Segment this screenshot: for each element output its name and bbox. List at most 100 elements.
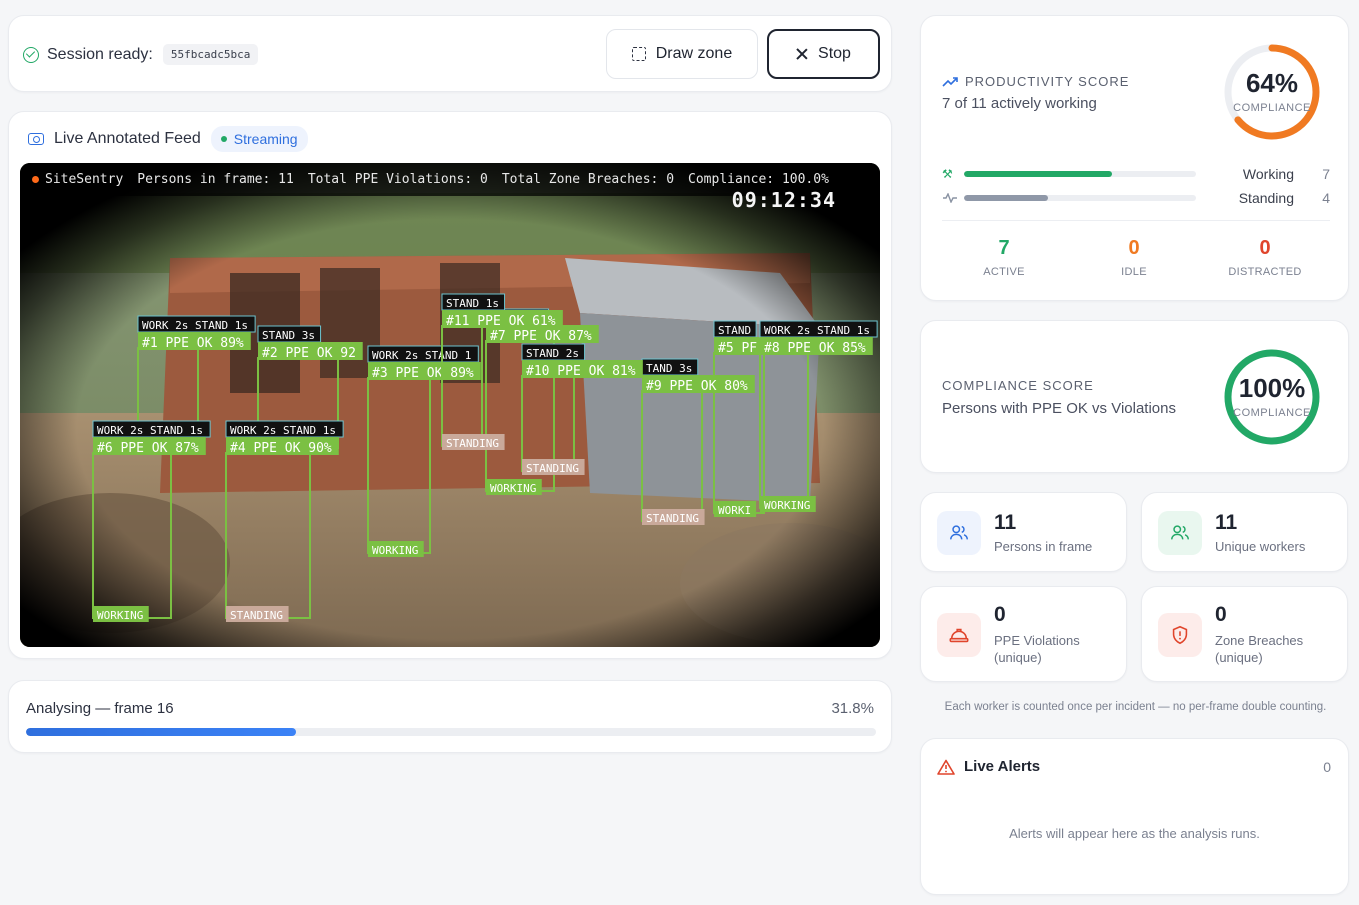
stat-active-value: 7 bbox=[998, 237, 1010, 259]
detection-ppe-tag: #4 PPE OK 90% bbox=[230, 441, 332, 456]
detection-activity-tag: WORK 2s STAND 1s bbox=[142, 319, 248, 332]
detection-activity-tag: WORK 2s STAND 1s bbox=[764, 324, 870, 337]
video-frame[interactable]: WORK 2s STAND 1s #1 PPE OK 89% WORKING STAN… bbox=[20, 163, 880, 647]
productivity-ring: 64% COMPLIANCE bbox=[1223, 43, 1321, 141]
progress-track bbox=[26, 728, 876, 736]
standing-count: 4 bbox=[1322, 190, 1330, 206]
productivity-title: PRODUCTIVITY SCORE bbox=[942, 74, 1129, 89]
analysis-progress-card: Analysing — frame 16 31.8% bbox=[8, 680, 892, 753]
standing-fill bbox=[964, 195, 1049, 201]
video-clock: 09:12:34 bbox=[731, 188, 836, 212]
overlay-compliance: Compliance: 100.0% bbox=[688, 172, 829, 187]
detection-state-tag: WORKING bbox=[764, 499, 810, 512]
progress-fill bbox=[26, 728, 297, 736]
stat-distracted-label: DISTRACTED bbox=[1228, 266, 1302, 278]
detection-ppe-tag: #6 PPE OK 87% bbox=[97, 441, 199, 456]
detection-activity-tag: WORK 2s STAND 1 bbox=[372, 349, 471, 362]
session-bar: Session ready: 55fbcadc5bca Draw zone St… bbox=[8, 15, 892, 92]
hammer-icon: ⚒ bbox=[942, 167, 953, 181]
working-label: Working bbox=[1242, 166, 1294, 182]
metric-zone-card: 0 Zone Breaches (unique) bbox=[1141, 586, 1348, 682]
compliance-ring-value: 100% bbox=[1238, 373, 1306, 403]
alerts-empty-state: Alerts will appear here as the analysis … bbox=[1009, 826, 1260, 841]
camera-icon bbox=[28, 133, 44, 145]
compliance-ring: 100% COMPLIANCE bbox=[1223, 348, 1321, 446]
stat-active: 7 ACTIVE bbox=[949, 237, 1059, 278]
progress-label: Analysing — frame 16 bbox=[26, 700, 174, 717]
stat-active-label: ACTIVE bbox=[983, 266, 1025, 278]
counting-note: Each worker is counted once per incident… bbox=[944, 701, 1327, 713]
productivity-ring-value: 64% bbox=[1245, 68, 1299, 98]
detection-state-tag: WORKING bbox=[372, 544, 418, 557]
overlay-zone: Total Zone Breaches: 0 bbox=[501, 172, 675, 187]
stat-distracted-value: 0 bbox=[1259, 237, 1271, 259]
detection-ppe-tag: #11 PPE OK 61% bbox=[446, 314, 556, 329]
shield-alert-icon bbox=[1158, 613, 1202, 657]
stat-idle-label: IDLE bbox=[1121, 266, 1147, 278]
metric-unique-card: 11 Unique workers bbox=[1141, 492, 1348, 572]
users-icon bbox=[937, 511, 981, 555]
detection-ppe-tag: #9 PPE OK 80% bbox=[646, 379, 748, 394]
working-row: ⚒ Working 7 bbox=[942, 166, 1330, 182]
live-feed-card: Live Annotated Feed Streaming WORK 2s ST… bbox=[8, 111, 892, 659]
zone-value: 0 bbox=[1215, 603, 1227, 626]
detection-ppe-tag: #2 PPE OK 92 bbox=[262, 346, 356, 361]
detection-ppe-tag: #10 PPE OK 81% bbox=[526, 364, 636, 379]
detection-activity-tag: STAND bbox=[718, 324, 751, 337]
alerts-count: 0 bbox=[1323, 759, 1331, 775]
stat-distracted: 0 DISTRACTED bbox=[1210, 237, 1320, 278]
live-alerts-card: Live Alerts 0 Alerts will appear here as… bbox=[920, 738, 1349, 895]
metric-persons-card: 11 Persons in frame bbox=[920, 492, 1127, 572]
divider bbox=[942, 220, 1330, 221]
overlay-ppe: Total PPE Violations: 0 bbox=[307, 172, 488, 187]
trending-up-icon bbox=[942, 76, 958, 87]
detection-activity-tag: STAND 2s bbox=[526, 347, 579, 360]
overlay-persons: Persons in frame: 11 bbox=[137, 172, 294, 187]
session-id: 55fbcadc5bca bbox=[162, 44, 259, 65]
stat-idle: 0 IDLE bbox=[1079, 237, 1189, 278]
activity-icon bbox=[943, 193, 957, 203]
productivity-card: PRODUCTIVITY SCORE 7 of 11 actively work… bbox=[920, 15, 1349, 301]
compliance-title: COMPLIANCE SCORE bbox=[942, 378, 1094, 393]
close-icon bbox=[796, 48, 808, 60]
status-dot bbox=[220, 136, 227, 142]
standing-label: Standing bbox=[1238, 190, 1294, 206]
productivity-ring-label: COMPLIANCE bbox=[1233, 102, 1311, 114]
streaming-badge: Streaming bbox=[210, 126, 308, 152]
detection-ppe-tag: #7 PPE OK 87% bbox=[490, 329, 592, 344]
compliance-card: COMPLIANCE SCORE Persons with PPE OK vs … bbox=[920, 320, 1349, 473]
users-icon bbox=[1158, 511, 1202, 555]
compliance-subtitle: Persons with PPE OK vs Violations bbox=[942, 400, 1176, 417]
productivity-title-text: PRODUCTIVITY SCORE bbox=[965, 74, 1130, 89]
productivity-subtitle: 7 of 11 actively working bbox=[942, 95, 1097, 112]
detection-activity-tag: STAND 3s bbox=[262, 329, 315, 342]
detection-state-tag: STANDING bbox=[646, 512, 699, 525]
detection-ppe-tag: #5 PF bbox=[718, 341, 757, 356]
detection-state-tag: STANDING bbox=[446, 437, 499, 450]
streaming-label: Streaming bbox=[233, 131, 298, 147]
record-dot-icon bbox=[32, 176, 39, 183]
detection-activity-tag: TAND 3s bbox=[646, 362, 692, 375]
working-track bbox=[964, 171, 1196, 177]
detection-activity-tag: STAND 1s bbox=[446, 297, 499, 310]
detection-state-tag: STANDING bbox=[230, 609, 283, 622]
dashed-square-icon bbox=[631, 47, 646, 61]
detection-ppe-tag: #8 PPE OK 85% bbox=[764, 341, 866, 356]
detection-activity-tag: WORK 2s STAND 1s bbox=[97, 424, 203, 437]
scene-image: WORK 2s STAND 1s #1 PPE OK 89% WORKING STAN… bbox=[20, 163, 880, 647]
stop-label: Stop bbox=[818, 45, 851, 62]
warning-icon bbox=[937, 759, 955, 775]
working-count: 7 bbox=[1322, 166, 1330, 182]
persons-value: 11 bbox=[994, 511, 1017, 534]
hard-hat-icon bbox=[937, 613, 981, 657]
alerts-title: Live Alerts bbox=[964, 758, 1041, 775]
working-fill bbox=[964, 171, 1112, 177]
detection-state-tag: WORKING bbox=[490, 482, 536, 495]
persons-label: Persons in frame bbox=[994, 539, 1093, 554]
metric-ppe-card: 0 PPE Violations (unique) bbox=[920, 586, 1127, 682]
zone-label: Zone Breaches (unique) bbox=[1215, 633, 1304, 665]
draw-zone-button[interactable]: Draw zone bbox=[606, 29, 758, 79]
stop-button[interactable]: Stop bbox=[767, 29, 880, 79]
unique-value: 11 bbox=[1215, 511, 1238, 534]
alerts-header: Live Alerts bbox=[937, 758, 1040, 775]
